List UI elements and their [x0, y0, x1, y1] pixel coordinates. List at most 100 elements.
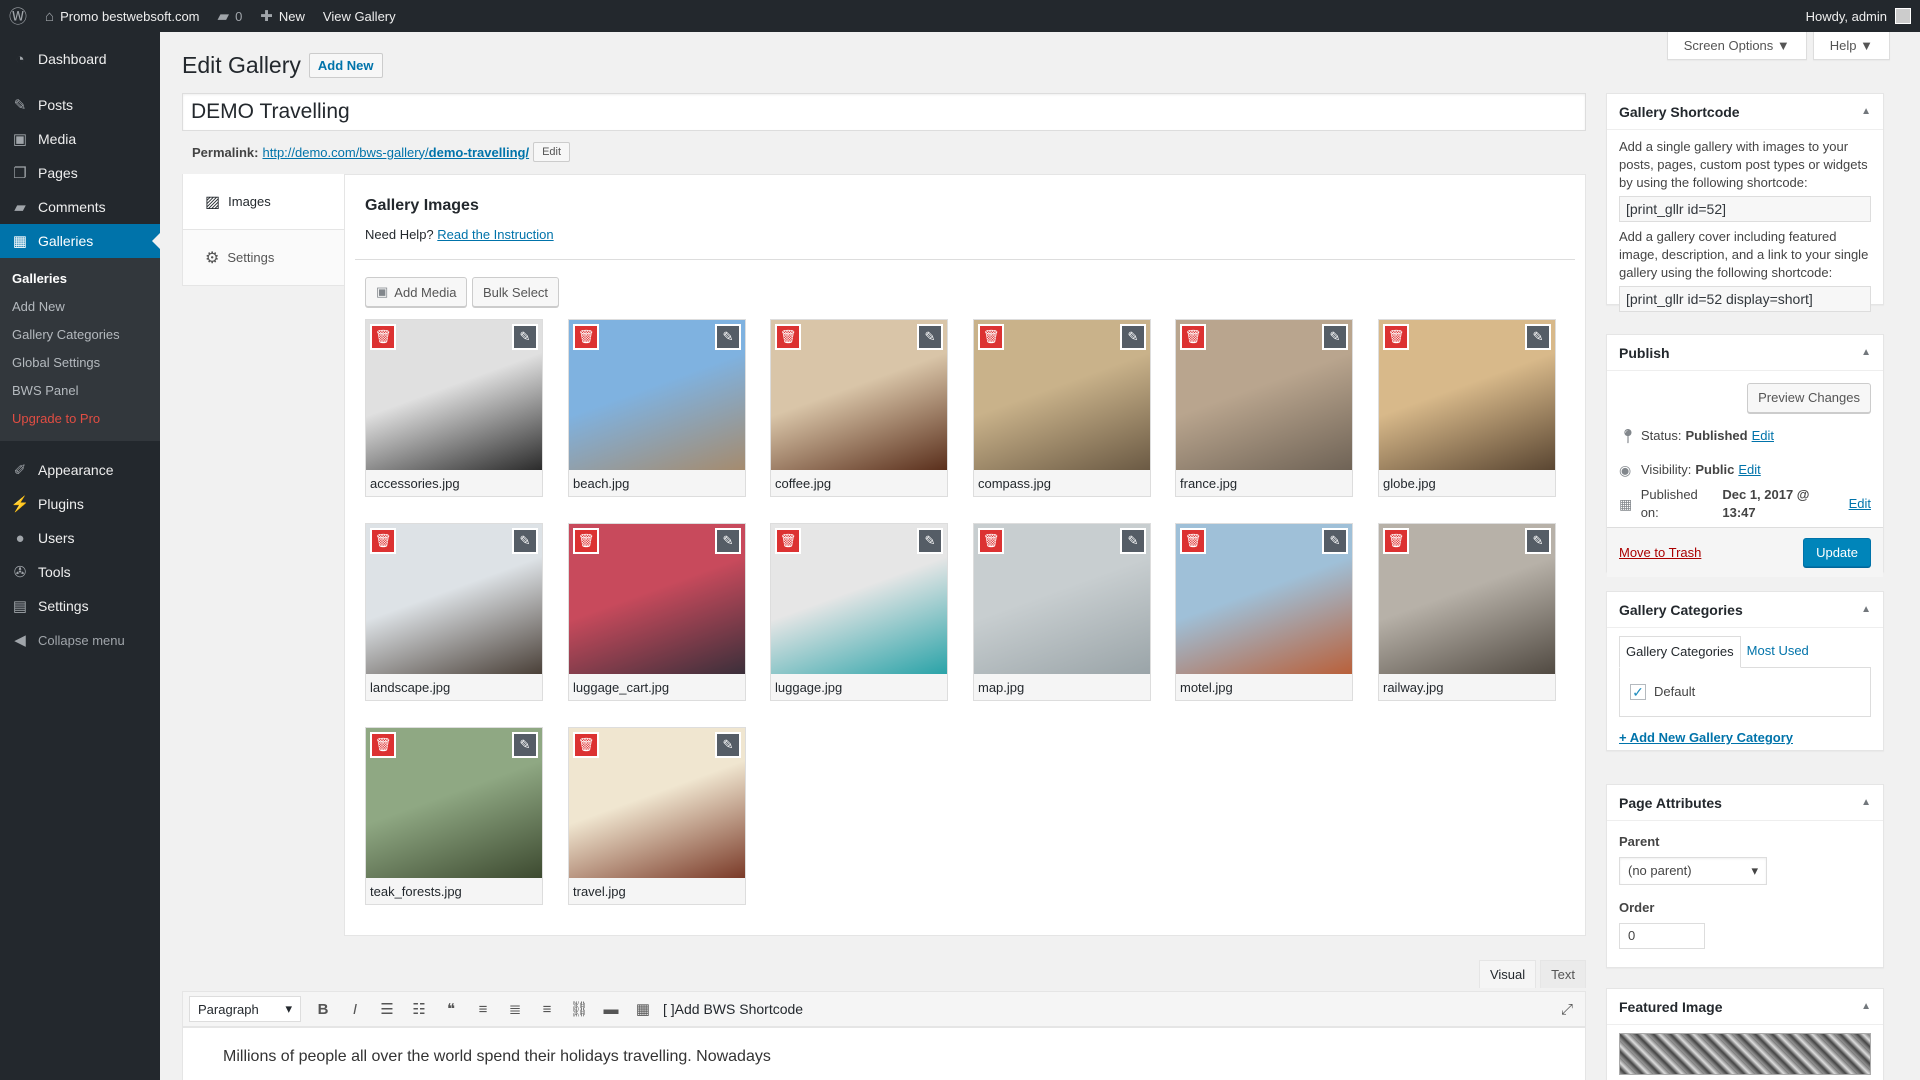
gallery-image-item[interactable]: 🗑︎ ✎ travel.jpg: [568, 727, 746, 905]
default-category-checkbox[interactable]: ✓: [1630, 684, 1646, 700]
pencil-icon[interactable]: ✎: [1525, 324, 1551, 350]
gallery-image-item[interactable]: 🗑︎ ✎ teak_forests.jpg: [365, 727, 543, 905]
title-input[interactable]: DEMO Travelling: [182, 93, 1586, 131]
fullscreen-icon[interactable]: ⤢: [1561, 1001, 1573, 1018]
pencil-icon[interactable]: ✎: [1120, 324, 1146, 350]
box-header[interactable]: Gallery Shortcode ▲: [1607, 94, 1883, 130]
trash-icon[interactable]: 🗑︎: [370, 732, 396, 758]
edit-permalink-button[interactable]: Edit: [533, 142, 571, 162]
gallery-image-item[interactable]: 🗑︎ ✎ luggage_cart.jpg: [568, 523, 746, 701]
menu-posts[interactable]: ✎ Posts: [0, 88, 160, 122]
menu-comments[interactable]: ▰ Comments: [0, 190, 160, 224]
tab-visual[interactable]: Visual: [1478, 960, 1537, 988]
menu-appearance[interactable]: ✐ Appearance: [0, 453, 160, 487]
collapse-menu-button[interactable]: ◀ Collapse menu: [0, 623, 160, 657]
gallery-image-item[interactable]: 🗑︎ ✎ compass.jpg: [973, 319, 1151, 497]
update-button[interactable]: Update: [1803, 538, 1871, 567]
order-input[interactable]: 0: [1619, 923, 1705, 949]
italic-icon[interactable]: I: [339, 1001, 371, 1018]
trash-icon[interactable]: 🗑︎: [370, 324, 396, 350]
collapse-toggle-icon[interactable]: ▲: [1861, 797, 1871, 808]
trash-icon[interactable]: 🗑︎: [1180, 324, 1206, 350]
bulk-select-button[interactable]: Bulk Select: [472, 277, 560, 307]
featured-image-thumbnail[interactable]: [1619, 1033, 1871, 1075]
read-more-icon[interactable]: ▬: [595, 1001, 627, 1018]
preview-changes-button[interactable]: Preview Changes: [1747, 383, 1871, 413]
collapse-toggle-icon[interactable]: ▲: [1861, 106, 1871, 117]
gallery-image-item[interactable]: 🗑︎ ✎ globe.jpg: [1378, 319, 1556, 497]
submenu-global-settings[interactable]: Global Settings: [0, 349, 160, 377]
pencil-icon[interactable]: ✎: [512, 324, 538, 350]
menu-dashboard[interactable]: ◔ Dashboard: [0, 42, 160, 76]
cover-shortcode-field[interactable]: [print_gllr id=52 display=short]: [1619, 286, 1871, 312]
trash-icon[interactable]: 🗑︎: [573, 324, 599, 350]
menu-settings[interactable]: ▤ Settings: [0, 589, 160, 623]
edit-status-link[interactable]: Edit: [1752, 427, 1774, 445]
instruction-link[interactable]: Read the Instruction: [437, 227, 553, 242]
pencil-icon[interactable]: ✎: [715, 528, 741, 554]
menu-pages[interactable]: ❐ Pages: [0, 156, 160, 190]
gallery-image-item[interactable]: 🗑︎ ✎ france.jpg: [1175, 319, 1353, 497]
trash-icon[interactable]: 🗑︎: [978, 528, 1004, 554]
pencil-icon[interactable]: ✎: [917, 528, 943, 554]
pencil-icon[interactable]: ✎: [1322, 324, 1348, 350]
pencil-icon[interactable]: ✎: [715, 732, 741, 758]
align-right-icon[interactable]: ≡: [531, 1001, 563, 1018]
box-header[interactable]: Gallery Categories ▲: [1607, 592, 1883, 628]
link-icon[interactable]: ⛓: [563, 1000, 595, 1018]
menu-tools[interactable]: ✇ Tools: [0, 555, 160, 589]
collapse-toggle-icon[interactable]: ▲: [1861, 1001, 1871, 1012]
trash-icon[interactable]: 🗑︎: [1180, 528, 1206, 554]
add-media-button[interactable]: ▣ Add Media: [365, 277, 468, 307]
pencil-icon[interactable]: ✎: [1525, 528, 1551, 554]
collapse-toggle-icon[interactable]: ▲: [1861, 604, 1871, 615]
menu-media[interactable]: ▣ Media: [0, 122, 160, 156]
submenu-galleries[interactable]: Galleries: [0, 265, 160, 293]
screen-options-button[interactable]: Screen Options ▼: [1666, 32, 1807, 60]
edit-visibility-link[interactable]: Edit: [1738, 461, 1760, 479]
comments-link[interactable]: ▰ 0: [209, 0, 252, 32]
format-select[interactable]: Paragraph ▾: [189, 996, 301, 1022]
submenu-bws-panel[interactable]: BWS Panel: [0, 377, 160, 405]
edit-date-link[interactable]: Edit: [1849, 495, 1871, 513]
pencil-icon[interactable]: ✎: [917, 324, 943, 350]
trash-icon[interactable]: 🗑︎: [1383, 528, 1409, 554]
gallery-image-item[interactable]: 🗑︎ ✎ luggage.jpg: [770, 523, 948, 701]
editor-content[interactable]: Millions of people all over the world sp…: [182, 1027, 1586, 1080]
tab-most-used[interactable]: Most Used: [1741, 636, 1815, 668]
trash-icon[interactable]: 🗑︎: [573, 528, 599, 554]
gallery-image-item[interactable]: 🗑︎ ✎ beach.jpg: [568, 319, 746, 497]
collapse-toggle-icon[interactable]: ▲: [1861, 347, 1871, 358]
blockquote-icon[interactable]: ❝: [435, 1000, 467, 1018]
view-gallery-link[interactable]: View Gallery: [314, 0, 405, 32]
bold-icon[interactable]: B: [307, 1001, 339, 1018]
menu-galleries[interactable]: ▦ Galleries: [0, 224, 160, 258]
add-new-button[interactable]: Add New: [308, 53, 383, 78]
pencil-icon[interactable]: ✎: [512, 528, 538, 554]
trash-icon[interactable]: 🗑︎: [573, 732, 599, 758]
toolbar-toggle-icon[interactable]: ▦: [627, 1000, 659, 1018]
help-button[interactable]: Help ▼: [1812, 32, 1890, 60]
trash-icon[interactable]: 🗑︎: [775, 528, 801, 554]
menu-plugins[interactable]: ⚡ Plugins: [0, 487, 160, 521]
gallery-image-item[interactable]: 🗑︎ ✎ map.jpg: [973, 523, 1151, 701]
shortcode-field[interactable]: [print_gllr id=52]: [1619, 196, 1871, 222]
pencil-icon[interactable]: ✎: [1120, 528, 1146, 554]
pencil-icon[interactable]: ✎: [1322, 528, 1348, 554]
gallery-image-item[interactable]: 🗑︎ ✎ railway.jpg: [1378, 523, 1556, 701]
tab-settings[interactable]: ⚙ Settings: [182, 230, 344, 286]
pencil-icon[interactable]: ✎: [512, 732, 538, 758]
pencil-icon[interactable]: ✎: [715, 324, 741, 350]
submenu-gallery-categories[interactable]: Gallery Categories: [0, 321, 160, 349]
site-name-link[interactable]: ⌂ Promo bestwebsoft.com: [36, 0, 209, 32]
move-to-trash-link[interactable]: Move to Trash: [1619, 545, 1701, 560]
parent-select[interactable]: (no parent) ▾: [1619, 857, 1767, 885]
box-header[interactable]: Publish ▲: [1607, 335, 1883, 371]
trash-icon[interactable]: 🗑︎: [775, 324, 801, 350]
align-center-icon[interactable]: ≣: [499, 1000, 531, 1018]
tab-all-categories[interactable]: Gallery Categories: [1619, 636, 1741, 668]
bullet-list-icon[interactable]: ☰: [371, 1000, 403, 1018]
trash-icon[interactable]: 🗑︎: [978, 324, 1004, 350]
gallery-image-item[interactable]: 🗑︎ ✎ landscape.jpg: [365, 523, 543, 701]
add-bws-shortcode-button[interactable]: [ ]Add BWS Shortcode: [663, 1001, 803, 1017]
